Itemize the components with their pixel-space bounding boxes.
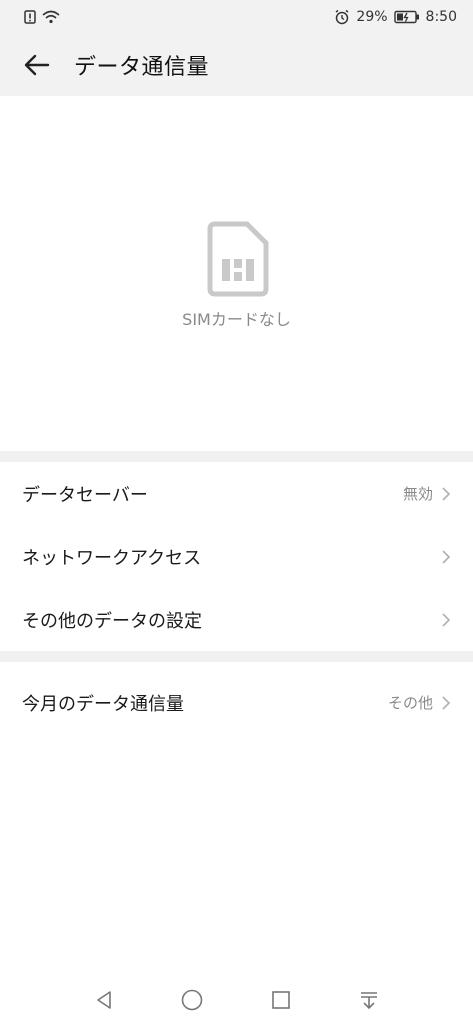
wifi-icon <box>42 10 60 24</box>
nav-home-button[interactable] <box>177 985 207 1015</box>
data-saver-right: 無効 <box>403 483 451 504</box>
nav-recents-button[interactable] <box>266 985 296 1015</box>
recents-square-icon <box>271 991 290 1009</box>
nav-notification-button[interactable] <box>354 985 384 1015</box>
back-triangle-icon <box>97 991 111 1009</box>
data-saver-item[interactable]: データセーバー 無効 <box>0 462 473 525</box>
status-bar: 29% 8:50 <box>0 0 473 34</box>
network-access-item[interactable]: ネットワークアクセス <box>0 525 473 588</box>
other-data-settings-right <box>441 612 451 628</box>
status-right: 29% 8:50 <box>334 9 457 25</box>
data-saver-label: データセーバー <box>22 484 148 506</box>
battery-icon <box>393 10 419 24</box>
other-data-settings-item[interactable]: その他のデータの設定 <box>0 588 473 651</box>
chevron-right-icon <box>442 612 451 627</box>
notification-pull-icon <box>360 992 377 1010</box>
monthly-usage-item[interactable]: 今月のデータ通信量 その他 <box>0 671 473 734</box>
monthly-usage-value: その他 <box>387 694 433 712</box>
network-access-right <box>441 549 451 565</box>
page-title: データ通信量 <box>74 55 210 80</box>
alarm-icon <box>335 9 349 25</box>
sim-alert-icon <box>24 10 36 24</box>
back-button[interactable] <box>22 50 52 80</box>
no-sim-area: SIMカードなし <box>0 96 473 451</box>
sim-card-icon <box>207 221 269 297</box>
navigation-bar <box>0 976 473 1024</box>
home-circle-icon <box>182 989 203 1011</box>
back-arrow-icon <box>24 54 50 76</box>
section-divider <box>0 651 473 662</box>
section-divider <box>0 451 473 462</box>
battery-percent: 29% <box>356 9 388 25</box>
no-sim-label: SIMカードなし <box>182 310 291 329</box>
network-access-label: ネットワークアクセス <box>22 547 202 569</box>
monthly-usage-right: その他 <box>388 692 451 713</box>
monthly-usage-label: 今月のデータ通信量 <box>22 693 184 715</box>
other-data-settings-label: その他のデータの設定 <box>22 610 202 632</box>
chevron-right-icon <box>442 549 451 564</box>
status-time: 8:50 <box>425 9 457 25</box>
status-left <box>24 10 60 24</box>
app-bar: データ通信量 <box>0 34 473 96</box>
chevron-right-icon <box>442 486 451 501</box>
nav-back-button[interactable] <box>89 985 119 1015</box>
chevron-right-icon <box>442 695 451 710</box>
data-saver-value: 無効 <box>402 485 433 503</box>
